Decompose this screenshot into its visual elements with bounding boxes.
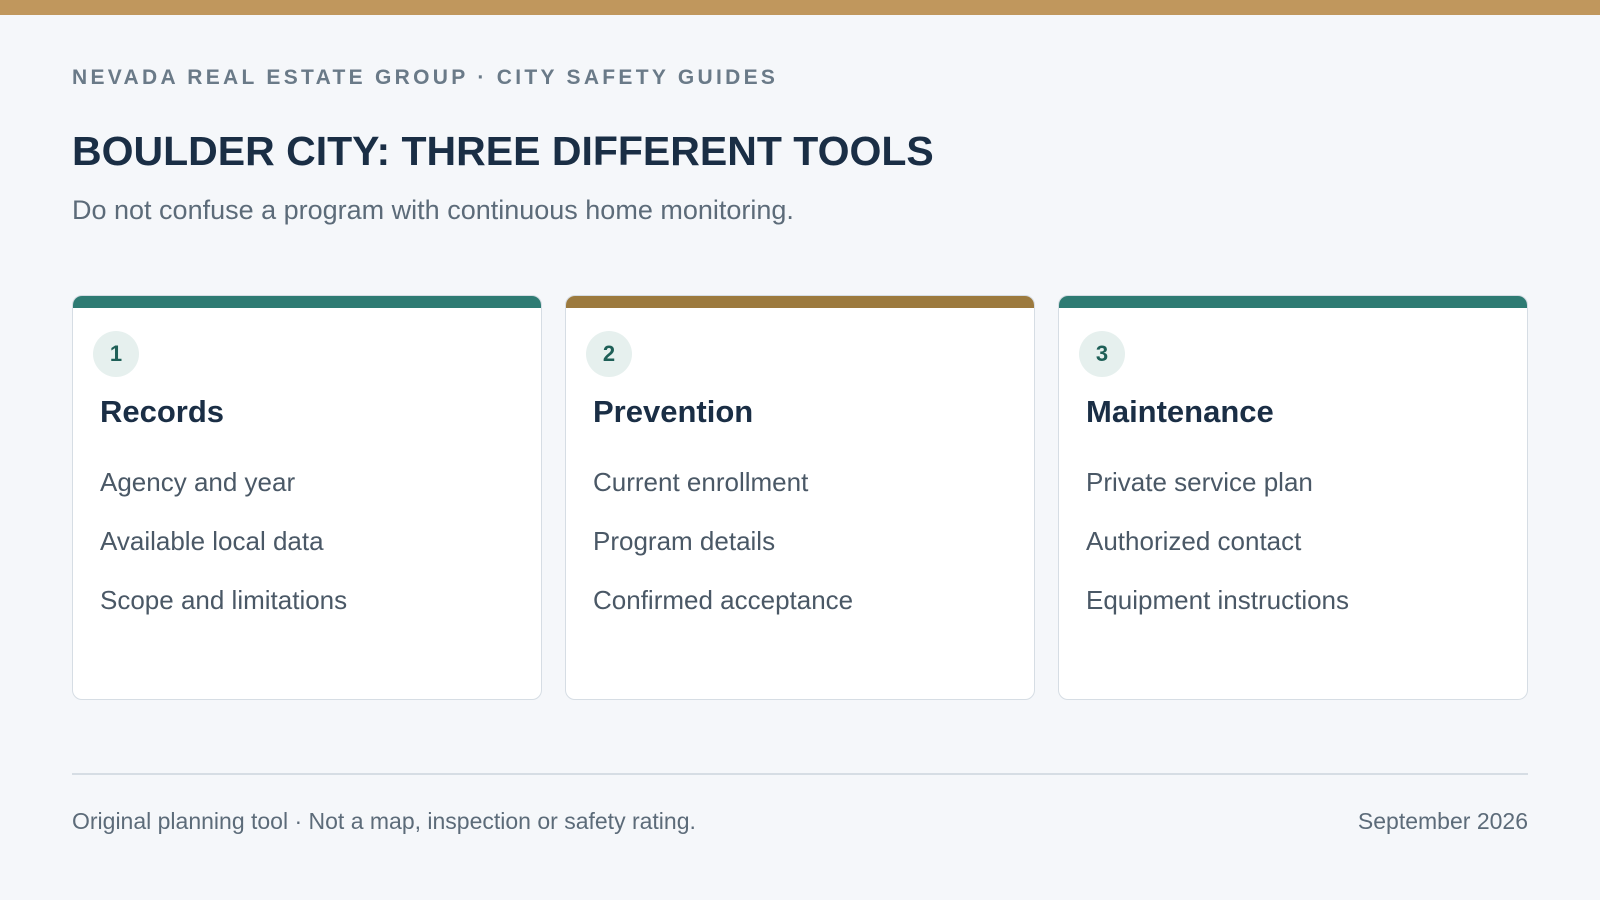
card-item-list: Current enrollment Program details Confi…: [593, 466, 853, 643]
list-item: Equipment instructions: [1086, 585, 1350, 615]
card-number-badge: 2: [586, 331, 632, 377]
footer-date: September 2026: [1357, 808, 1528, 834]
list-item: Authorized contact: [1086, 526, 1302, 556]
card-title: Maintenance: [1086, 394, 1274, 429]
card-item-list: Private service plan Authorized contact …: [1086, 466, 1349, 643]
list-item: Program details: [593, 526, 776, 556]
card-accent-bar: [566, 296, 1034, 308]
card-accent-bar: [73, 296, 541, 308]
card-prevention: 2 Prevention Current enrollment Program …: [565, 295, 1035, 700]
card-maintenance: 3 Maintenance Private service plan Autho…: [1058, 295, 1528, 700]
page-subtitle: Do not confuse a program with continuous…: [72, 195, 794, 225]
list-item: Private service plan: [1086, 467, 1313, 497]
page-title: BOULDER CITY: THREE DIFFERENT TOOLS: [72, 128, 934, 174]
list-item: Agency and year: [100, 467, 296, 497]
footer-divider: [72, 773, 1528, 775]
top-accent-bar: [0, 0, 1600, 15]
card-number-badge: 3: [1079, 331, 1125, 377]
list-item: Scope and limitations: [100, 585, 348, 615]
card-records: 1 Records Agency and year Available loca…: [72, 295, 542, 700]
card-number-badge: 1: [93, 331, 139, 377]
list-item: Current enrollment: [593, 467, 809, 497]
eyebrow-label: NEVADA REAL ESTATE GROUP · CITY SAFETY G…: [72, 66, 779, 89]
footer-note: Original planning tool · Not a map, insp…: [72, 808, 696, 834]
list-item: Available local data: [100, 526, 324, 556]
card-title: Records: [100, 394, 225, 429]
card-title: Prevention: [593, 394, 754, 429]
card-item-list: Agency and year Available local data Sco…: [100, 466, 347, 643]
card-accent-bar: [1059, 296, 1527, 308]
list-item: Confirmed acceptance: [593, 585, 854, 615]
